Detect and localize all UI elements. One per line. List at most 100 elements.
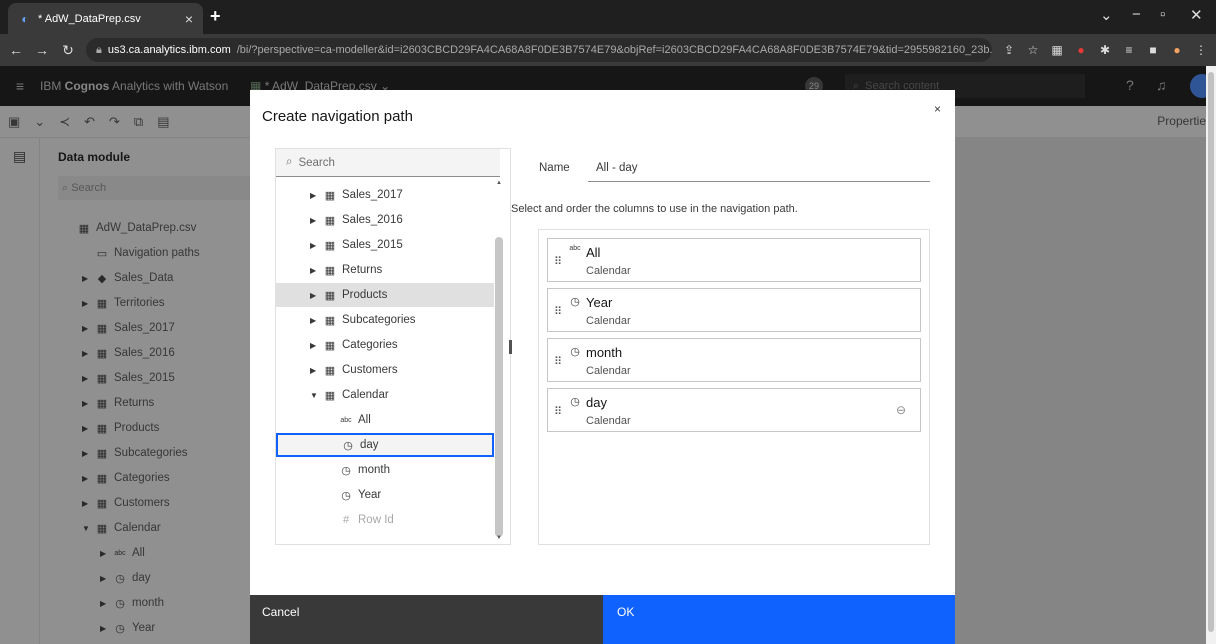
column-list-label: Subcategories xyxy=(342,314,416,326)
table-icon: ▦ xyxy=(324,389,336,402)
extension-icon[interactable]: ▦ xyxy=(1050,43,1064,57)
path-column-table: Calendar xyxy=(586,265,631,277)
chevron-down-icon[interactable]: ⌄ xyxy=(1100,6,1113,24)
path-column-name: Year xyxy=(586,295,613,310)
column-picker: ⌕ Search ▶ ▦ Sales_2017 ▶ ▦ Sales_2016 ▶ ▦ Sales… xyxy=(275,148,511,545)
table-icon: ▦ xyxy=(324,289,336,302)
path-column-card[interactable]: ⠿ ◷ month Calendar xyxy=(547,338,921,382)
hash-icon: # xyxy=(342,514,350,526)
clock-icon: ◷ xyxy=(341,489,351,502)
page-scrollbar[interactable] xyxy=(1206,66,1216,644)
column-list-item[interactable]: ◷ month xyxy=(276,458,494,482)
profile-icon[interactable]: ● xyxy=(1170,43,1184,57)
path-column-table: Calendar xyxy=(586,315,631,327)
caret-right-icon[interactable]: ▶ xyxy=(310,241,318,250)
column-list-item[interactable]: ▶ ▦ Products xyxy=(276,283,494,307)
path-column-card[interactable]: ⠿ ◷ day Calendar ⊖ xyxy=(547,388,921,432)
remove-icon[interactable]: ⊖ xyxy=(896,403,906,417)
browser-tab-title: * AdW_DataPrep.csv xyxy=(38,12,141,25)
back-icon[interactable]: ← xyxy=(8,42,24,58)
drag-handle-icon[interactable]: ⠿ xyxy=(554,405,562,418)
bookmark-star-icon[interactable]: ☆ xyxy=(1026,43,1040,57)
table-icon: ▦ xyxy=(324,339,336,352)
close-icon[interactable]: × xyxy=(934,102,941,116)
column-list-item[interactable]: ◷ Year xyxy=(276,483,494,507)
scroll-down-icon[interactable]: ▼ xyxy=(496,535,502,541)
column-list-label: Categories xyxy=(342,339,398,351)
scroll-up-icon[interactable]: ▲ xyxy=(496,180,502,186)
column-list-label: Sales_2015 xyxy=(342,239,403,251)
ok-button[interactable]: OK xyxy=(603,595,955,644)
share-icon[interactable]: ⇪ xyxy=(1002,43,1016,57)
close-window-icon[interactable]: ✕ xyxy=(1190,6,1203,24)
minimize-icon[interactable]: − xyxy=(1132,6,1141,23)
column-list-item[interactable]: ▶ ▦ Customers xyxy=(276,358,494,382)
reload-icon[interactable]: ↻ xyxy=(60,42,76,59)
extension-red-icon[interactable]: ● xyxy=(1074,43,1088,57)
resize-handle[interactable] xyxy=(509,340,512,354)
column-list-item[interactable]: ▶ ▦ Subcategories xyxy=(276,308,494,332)
column-list-label: Calendar xyxy=(342,389,389,401)
extensions-puzzle-icon[interactable]: ✱ xyxy=(1098,43,1112,57)
instructions-text: Select and order the columns to use in t… xyxy=(511,203,798,215)
clock-icon: ◷ xyxy=(570,346,580,358)
reading-list-icon[interactable]: ≡ xyxy=(1122,43,1136,57)
caret-down-icon[interactable]: ▼ xyxy=(310,391,318,400)
caret-right-icon[interactable]: ▶ xyxy=(310,216,318,225)
close-tab-icon[interactable]: × xyxy=(185,11,193,27)
clock-icon: ◷ xyxy=(343,439,353,452)
browser-tab[interactable]: ◐ * AdW_DataPrep.csv × xyxy=(8,3,203,34)
address-bar: ← → ↻ 🔒︎ us3.ca.analytics.ibm.com/bi/?pe… xyxy=(0,34,1216,66)
caret-right-icon[interactable]: ▶ xyxy=(310,316,318,325)
column-list-item[interactable]: ▶ ▦ Categories xyxy=(276,333,494,357)
cancel-button[interactable]: Cancel xyxy=(250,595,603,644)
table-icon: ▦ xyxy=(324,214,336,227)
column-search-input[interactable]: ⌕ Search xyxy=(276,149,500,177)
column-list-item[interactable]: ▶ ▦ Sales_2015 xyxy=(276,233,494,257)
dialog-title: Create navigation path xyxy=(262,108,413,125)
lock-icon: 🔒︎ xyxy=(96,43,102,56)
sidepanel-icon[interactable]: ■ xyxy=(1146,43,1160,57)
path-column-card[interactable]: ⠿ abc All Calendar xyxy=(547,238,921,282)
drag-handle-icon[interactable]: ⠿ xyxy=(554,355,562,368)
caret-right-icon[interactable]: ▶ xyxy=(310,266,318,275)
create-navigation-path-dialog: Create navigation path × ⌕ Search ▶ ▦ Sale… xyxy=(250,90,955,644)
column-list-item[interactable]: ◷ day xyxy=(276,433,494,457)
clock-icon: ◷ xyxy=(341,464,351,477)
path-column-name: month xyxy=(586,345,623,360)
column-list-label: Customers xyxy=(342,364,398,376)
column-list-item[interactable]: ▼ ▦ Calendar xyxy=(276,383,494,407)
path-columns-list: ⠿ abc All Calendar ⠿ ◷ Year Calendar ⠿ ◷ month Cale… xyxy=(538,229,930,545)
column-list-item[interactable]: ▶ ▦ Returns xyxy=(276,258,494,282)
column-list-item: # Row Id xyxy=(276,508,494,532)
forward-icon[interactable]: → xyxy=(34,42,50,58)
caret-right-icon[interactable]: ▶ xyxy=(310,366,318,375)
url-path: /bi/?perspective=ca-modeller&id=i2603CBC… xyxy=(236,44,992,56)
name-field[interactable]: All - day xyxy=(588,154,930,182)
drag-handle-icon[interactable]: ⠿ xyxy=(554,305,562,318)
table-icon: ▦ xyxy=(324,314,336,327)
caret-right-icon[interactable]: ▶ xyxy=(310,291,318,300)
column-list-item[interactable]: abc All xyxy=(276,408,494,432)
clock-icon: ◷ xyxy=(570,296,580,308)
drag-handle-icon[interactable]: ⠿ xyxy=(554,255,562,268)
clock-icon: ◷ xyxy=(570,396,580,408)
url-field[interactable]: 🔒︎ us3.ca.analytics.ibm.com/bi/?perspect… xyxy=(86,38,992,62)
column-list-item[interactable]: ▶ ▦ Sales_2017 xyxy=(276,183,494,207)
caret-right-icon[interactable]: ▶ xyxy=(310,341,318,350)
new-tab-icon[interactable]: + xyxy=(210,6,221,27)
search-icon: ⌕ xyxy=(286,156,293,168)
more-menu-icon[interactable]: ⋮ xyxy=(1194,43,1208,57)
path-column-name: All xyxy=(586,245,601,260)
table-icon: ▦ xyxy=(324,364,336,377)
name-label: Name xyxy=(539,162,570,174)
browser-tab-bar: ◐ * AdW_DataPrep.csv × + ⌄ − ▫ ✕ xyxy=(0,0,1216,34)
column-list-item[interactable]: ▶ ▦ Sales_2016 xyxy=(276,208,494,232)
column-list-label: day xyxy=(360,439,379,451)
column-list-label: Row Id xyxy=(358,514,394,526)
path-column-card[interactable]: ⠿ ◷ Year Calendar xyxy=(547,288,921,332)
scrollbar[interactable] xyxy=(495,237,503,537)
maximize-icon[interactable]: ▫ xyxy=(1160,6,1165,23)
caret-right-icon[interactable]: ▶ xyxy=(310,191,318,200)
path-column-table: Calendar xyxy=(586,415,631,427)
